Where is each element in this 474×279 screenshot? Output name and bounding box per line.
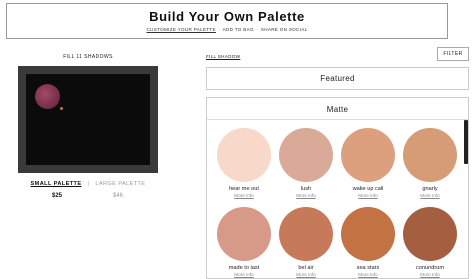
step-separator: · bbox=[218, 27, 221, 32]
more-info-link[interactable]: More Info bbox=[275, 193, 337, 198]
shade-card[interactable]: conundrum More Info bbox=[399, 207, 461, 277]
shade-name: wake up call bbox=[352, 186, 384, 192]
matte-title[interactable]: Matte bbox=[207, 105, 468, 114]
shade-name: sea stars bbox=[356, 265, 380, 271]
step-share[interactable]: SHARE ON SOCIAL bbox=[261, 27, 308, 32]
more-info-link[interactable]: More Info bbox=[399, 272, 461, 277]
matte-section: Matte hear me out More Info lush More In… bbox=[206, 97, 469, 279]
palette-pan-filled[interactable] bbox=[35, 84, 60, 109]
filter-button[interactable]: FILTER bbox=[437, 47, 469, 61]
fill-shadows-label: FILL 11 SHADOWS bbox=[63, 54, 113, 60]
palette-grid bbox=[26, 74, 150, 165]
shade-card[interactable]: hear me out More Info bbox=[213, 128, 275, 198]
shade-swatch[interactable] bbox=[403, 128, 457, 182]
small-palette-option[interactable]: SMALL PALETTE bbox=[31, 181, 82, 187]
page-title: Build Your Own Palette bbox=[149, 9, 305, 24]
shade-card[interactable]: lush More Info bbox=[275, 128, 337, 198]
shade-name: conundrum bbox=[416, 265, 444, 271]
more-info-link[interactable]: More Info bbox=[275, 272, 337, 277]
scrollbar[interactable] bbox=[464, 120, 468, 164]
step-add-to-bag[interactable]: ADD TO BAG bbox=[223, 27, 254, 32]
shade-name: lush bbox=[300, 186, 312, 192]
shade-name: hear me out bbox=[229, 186, 259, 192]
shade-name: bel air bbox=[298, 265, 314, 271]
shade-name: made to last bbox=[228, 265, 260, 271]
step-separator: · bbox=[256, 27, 259, 32]
shade-card[interactable]: bel air More Info bbox=[275, 207, 337, 277]
featured-section-toggle[interactable]: Featured bbox=[206, 67, 469, 90]
more-info-link[interactable]: More Info bbox=[213, 193, 275, 198]
more-info-link[interactable]: More Info bbox=[399, 193, 461, 198]
pan-remove-indicator[interactable] bbox=[60, 107, 63, 110]
shade-swatch[interactable] bbox=[279, 207, 333, 261]
size-divider: | bbox=[87, 181, 90, 187]
shade-swatch[interactable] bbox=[341, 207, 395, 261]
more-info-link[interactable]: More Info bbox=[213, 272, 275, 277]
large-palette-price: $46 bbox=[113, 193, 124, 199]
shade-swatch[interactable] bbox=[217, 128, 271, 182]
section-divider bbox=[207, 119, 468, 120]
shade-card[interactable]: sea stars More Info bbox=[337, 207, 399, 277]
shade-card[interactable]: gnarly More Info bbox=[399, 128, 461, 198]
step-breadcrumb: CUSTOMIZE YOUR PALETTE · ADD TO BAG · SH… bbox=[7, 27, 447, 32]
fill-shadow-link[interactable]: FILL SHADOW bbox=[206, 54, 240, 59]
shade-card[interactable]: made to last More Info bbox=[213, 207, 275, 277]
small-palette-price: $25 bbox=[52, 193, 63, 199]
more-info-link[interactable]: More Info bbox=[337, 193, 399, 198]
large-palette-option[interactable]: LARGE PALETTE bbox=[95, 181, 145, 187]
shade-swatch[interactable] bbox=[341, 128, 395, 182]
shade-card[interactable]: wake up call More Info bbox=[337, 128, 399, 198]
step-customize[interactable]: CUSTOMIZE YOUR PALETTE bbox=[147, 27, 216, 32]
shade-swatch[interactable] bbox=[279, 128, 333, 182]
shade-name: gnarly bbox=[422, 186, 438, 192]
shade-swatch[interactable] bbox=[217, 207, 271, 261]
page-header: Build Your Own Palette CUSTOMIZE YOUR PA… bbox=[6, 3, 448, 39]
shade-swatch[interactable] bbox=[403, 207, 457, 261]
palette-preview bbox=[18, 66, 158, 173]
more-info-link[interactable]: More Info bbox=[337, 272, 399, 277]
palette-size-selector: SMALL PALETTE | LARGE PALETTE bbox=[18, 181, 158, 187]
